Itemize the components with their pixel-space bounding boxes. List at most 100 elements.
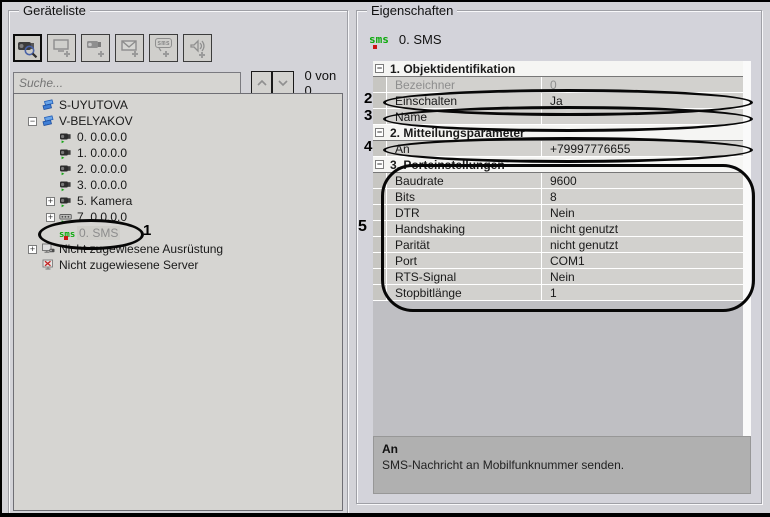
add-monitor-button[interactable] bbox=[47, 34, 76, 62]
tree-item-v-belyakov[interactable]: − V-BELYAKOV bbox=[14, 113, 342, 129]
property-label: Einschalten bbox=[387, 93, 542, 108]
row-baudrate[interactable]: Baudrate 9600 bbox=[373, 173, 743, 189]
app-window: Geräteliste sms Suche... 0 von 0 S-UYUTO… bbox=[0, 0, 770, 517]
tree-item-label: Nicht zugewiesene Server bbox=[59, 258, 199, 272]
property-value[interactable]: COM1 bbox=[542, 253, 743, 268]
tree-item-s-uyutova[interactable]: S-UYUTOVA bbox=[14, 97, 342, 113]
computer-icon bbox=[41, 114, 55, 128]
property-description: An SMS-Nachricht an Mobilfunknummer send… bbox=[373, 436, 751, 494]
property-label: An bbox=[387, 141, 542, 156]
add-mail-button[interactable] bbox=[115, 34, 144, 62]
property-label: Handshaking bbox=[387, 221, 542, 236]
section-label: 2. Mitteilungsparameter bbox=[390, 125, 525, 140]
row-dtr[interactable]: DTR Nein bbox=[373, 205, 743, 221]
section-porteinstellungen[interactable]: − 3. Porteinstellungen bbox=[373, 157, 743, 173]
equipment-icon bbox=[41, 242, 55, 256]
tree-item-camera-1[interactable]: 1. 0.0.0.0 bbox=[14, 145, 342, 161]
tree-item-label: 2. 0.0.0.0 bbox=[77, 162, 128, 176]
row-paritaet[interactable]: Parität nicht genutzt bbox=[373, 237, 743, 253]
status-red-dot bbox=[373, 45, 377, 49]
chevron-up-icon bbox=[256, 79, 267, 87]
section-objektidentifikation[interactable]: − 1. Objektidentifikation bbox=[373, 61, 743, 77]
device-list-title: Geräteliste bbox=[19, 3, 90, 18]
tree-item-camera-2[interactable]: 2. 0.0.0.0 bbox=[14, 161, 342, 177]
search-prev-button[interactable] bbox=[250, 71, 273, 95]
property-value[interactable]: Ja bbox=[542, 93, 743, 108]
add-camera-button[interactable] bbox=[81, 34, 110, 62]
camera-icon bbox=[59, 194, 73, 208]
property-value[interactable]: Nein bbox=[542, 269, 743, 284]
row-rts-signal[interactable]: RTS-Signal Nein bbox=[373, 269, 743, 285]
section-mitteilungsparameter[interactable]: − 2. Mitteilungsparameter bbox=[373, 125, 743, 141]
find-camera-button[interactable] bbox=[13, 34, 42, 62]
row-port[interactable]: Port COM1 bbox=[373, 253, 743, 269]
expand-expander[interactable]: + bbox=[28, 244, 37, 254]
row-stopbitlaenge[interactable]: Stopbitlänge 1 bbox=[373, 285, 743, 301]
section-label: 3. Porteinstellungen bbox=[390, 157, 505, 172]
property-label: Bits bbox=[387, 189, 542, 204]
tree-item-label: 7. 0.0.0.0 bbox=[77, 210, 128, 224]
property-value[interactable]: +79997776655 bbox=[542, 141, 743, 156]
properties-panel: Eigenschaften sms 0. SMS − 1. Objektiden… bbox=[356, 3, 762, 504]
camera-icon bbox=[59, 146, 73, 160]
tree-item-label: 0. 0.0.0.0 bbox=[77, 130, 128, 144]
collapse-expander[interactable]: − bbox=[375, 160, 384, 169]
search-input[interactable] bbox=[13, 72, 241, 94]
row-name[interactable]: Name bbox=[373, 109, 743, 125]
tree-item-label: 3. 0.0.0.0 bbox=[77, 178, 128, 192]
row-bezeichner: Bezeichner 0 bbox=[373, 77, 743, 93]
property-value[interactable]: 1 bbox=[542, 285, 743, 300]
row-an[interactable]: An +79997776655 bbox=[373, 141, 743, 157]
tree-item-label: 5. Kamera bbox=[77, 194, 133, 208]
section-label: 1. Objektidentifikation bbox=[390, 61, 516, 76]
tree-item-device-7[interactable]: + 7. 0.0.0.0 bbox=[14, 209, 342, 225]
property-label: DTR bbox=[387, 205, 542, 220]
property-value[interactable]: Nein bbox=[542, 205, 743, 220]
tree-item-sms[interactable]: sms 0. SMS bbox=[14, 225, 342, 241]
row-handshaking[interactable]: Handshaking nicht genutzt bbox=[373, 221, 743, 237]
collapse-expander[interactable]: − bbox=[28, 116, 37, 126]
camera-icon bbox=[59, 162, 73, 176]
camera-icon bbox=[59, 178, 73, 192]
property-label: Baudrate bbox=[387, 173, 542, 188]
selected-object-header: sms 0. SMS bbox=[369, 32, 442, 49]
camera-icon bbox=[59, 130, 73, 144]
grid-right-gutter bbox=[743, 61, 751, 436]
property-value[interactable]: nicht genutzt bbox=[542, 221, 743, 236]
tree-item-label: 1. 0.0.0.0 bbox=[77, 146, 128, 160]
tree-item-unassigned-servers[interactable]: Nicht zugewiesene Server bbox=[14, 257, 342, 273]
row-einschalten[interactable]: Einschalten Ja bbox=[373, 93, 743, 109]
property-value: 0 bbox=[550, 77, 557, 92]
expand-expander[interactable]: + bbox=[46, 212, 55, 222]
search-next-button[interactable] bbox=[272, 71, 295, 95]
mail-add-icon bbox=[119, 37, 141, 59]
serial-device-icon bbox=[59, 210, 73, 224]
expand-expander[interactable]: + bbox=[46, 196, 55, 206]
tree-item-kamera-5[interactable]: + 5. Kamera bbox=[14, 193, 342, 209]
sms-icon: sms bbox=[59, 230, 76, 240]
property-value[interactable] bbox=[542, 109, 743, 124]
add-speaker-button[interactable] bbox=[183, 34, 212, 62]
description-title: An bbox=[382, 442, 398, 456]
property-label: RTS-Signal bbox=[387, 269, 542, 284]
device-toolbar: sms bbox=[13, 34, 212, 62]
tree-item-camera-0[interactable]: 0. 0.0.0.0 bbox=[14, 129, 342, 145]
tree-item-label: 0. SMS bbox=[77, 226, 121, 240]
tree-item-unassigned-equipment[interactable]: + Nicht zugewiesene Ausrüstung bbox=[14, 241, 342, 257]
tree-item-camera-3[interactable]: 3. 0.0.0.0 bbox=[14, 177, 342, 193]
property-label: Parität bbox=[387, 237, 542, 252]
chevron-down-icon bbox=[278, 79, 289, 87]
property-value[interactable]: 8 bbox=[542, 189, 743, 204]
property-label: Port bbox=[387, 253, 542, 268]
collapse-expander[interactable]: − bbox=[375, 128, 384, 137]
property-label: Bezeichner bbox=[387, 77, 542, 92]
property-value[interactable]: nicht genutzt bbox=[542, 237, 743, 252]
add-sms-button[interactable]: sms bbox=[149, 34, 178, 62]
device-tree: S-UYUTOVA − V-BELYAKOV 0. 0.0.0.0 1. 0.0… bbox=[13, 93, 343, 511]
camera-search-icon bbox=[16, 37, 39, 59]
collapse-expander[interactable]: − bbox=[375, 64, 384, 73]
property-label: Name bbox=[387, 109, 542, 124]
camera-add-icon bbox=[85, 37, 107, 59]
row-bits[interactable]: Bits 8 bbox=[373, 189, 743, 205]
property-value[interactable]: 9600 bbox=[542, 173, 743, 188]
